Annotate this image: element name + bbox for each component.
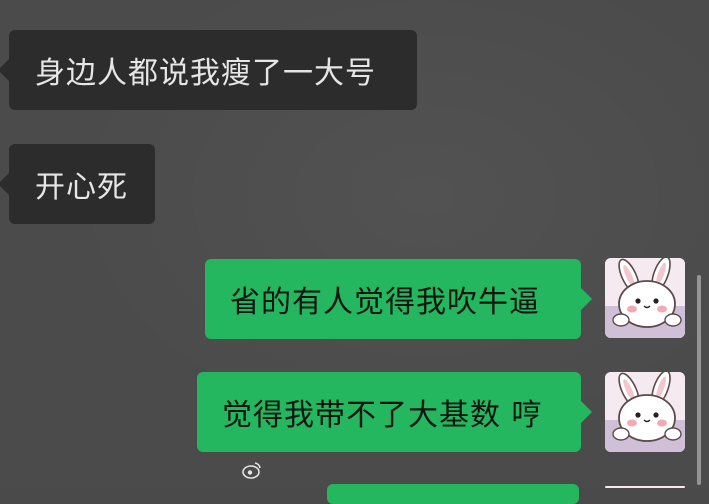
message-text: 省的有人觉得我吹牛逼 (230, 285, 540, 320)
watermark (242, 458, 472, 482)
message-text: 开心死 (35, 170, 128, 205)
avatar[interactable] (605, 258, 685, 338)
message-text: 身边人都说我瘦了一大号 (35, 56, 376, 91)
weibo-icon (242, 462, 261, 479)
bunny-avatar-icon (605, 258, 685, 338)
message-text: 觉得我带不了大基数 哼 (222, 398, 543, 433)
chat-view: 身边人都说我瘦了一大号 开心死 省的有人觉得我吹牛逼 觉得我带不了大基数 哼 (0, 0, 709, 504)
avatar[interactable] (605, 372, 685, 452)
bunny-avatar-icon (605, 372, 685, 452)
received-message-bubble[interactable]: 开心死 (0, 144, 155, 224)
sent-message-bubble[interactable]: 省的有人觉得我吹牛逼 (205, 259, 592, 339)
sent-message-bubble[interactable]: 觉得我带不了大基数 哼 (197, 372, 592, 452)
received-message-bubble[interactable]: 身边人都说我瘦了一大号 (0, 30, 417, 110)
scrollbar[interactable] (697, 275, 701, 485)
sent-message-bubble-partial[interactable] (327, 484, 579, 504)
